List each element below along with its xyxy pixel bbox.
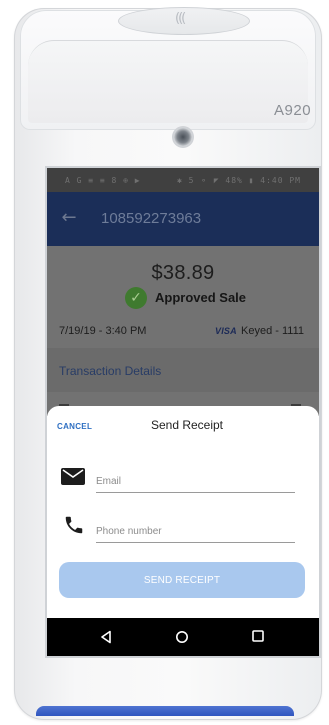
sheet-title: Send Receipt bbox=[150, 418, 224, 432]
transaction-details-header[interactable]: Transaction Details bbox=[59, 364, 161, 378]
transaction-datetime: 7/19/19 - 3:40 PM bbox=[59, 325, 147, 337]
send-receipt-button[interactable]: SEND RECEIPT bbox=[59, 562, 305, 598]
check-circle-icon: ✓ bbox=[125, 287, 147, 309]
status-bar-notifications: A G ≡ ≡ 8 ⊕ ▶ bbox=[65, 176, 141, 185]
card-entry-info: Keyed - 1111 bbox=[241, 325, 304, 337]
send-receipt-sheet: CANCEL Send Receipt SEND RECEIPT bbox=[47, 406, 319, 618]
transaction-amount: $38.89 bbox=[151, 262, 215, 284]
arrow-left-icon[interactable]: ← bbox=[59, 208, 79, 228]
triangle-back-icon[interactable] bbox=[99, 630, 113, 644]
device-model-label: A920 bbox=[274, 102, 312, 119]
circle-home-icon[interactable] bbox=[175, 630, 189, 644]
email-field[interactable] bbox=[96, 470, 295, 492]
app-bar: ← 108592273963 bbox=[47, 192, 319, 246]
pos-terminal-base bbox=[36, 706, 294, 716]
android-nav-bar bbox=[47, 618, 319, 656]
phone-number-field[interactable] bbox=[96, 520, 295, 542]
approval-status: ✓ Approved Sale bbox=[47, 286, 319, 310]
phone-icon bbox=[65, 516, 83, 534]
screen: A G ≡ ≡ 8 ⊕ ▶ ✱ 5 ⚬ ◤ 48% ▮ 4:40 PM ← 10… bbox=[47, 168, 319, 656]
status-bar-system: ✱ 5 ⚬ ◤ 48% ▮ 4:40 PM bbox=[176, 176, 301, 185]
camera-lens bbox=[174, 128, 192, 146]
mail-icon bbox=[61, 468, 85, 485]
square-recents-icon[interactable] bbox=[252, 630, 264, 642]
transaction-id-title: 108592273963 bbox=[101, 210, 202, 227]
visa-icon: VISA bbox=[215, 326, 237, 336]
phone-field-container bbox=[96, 520, 295, 543]
pos-terminal-bezel bbox=[28, 40, 308, 123]
contactless-icon: ((( bbox=[175, 11, 186, 26]
status-bar: A G ≡ ≡ 8 ⊕ ▶ ✱ 5 ⚬ ◤ 48% ▮ 4:40 PM bbox=[47, 168, 319, 192]
approval-status-label: Approved Sale bbox=[155, 290, 247, 305]
email-field-container bbox=[96, 470, 295, 493]
